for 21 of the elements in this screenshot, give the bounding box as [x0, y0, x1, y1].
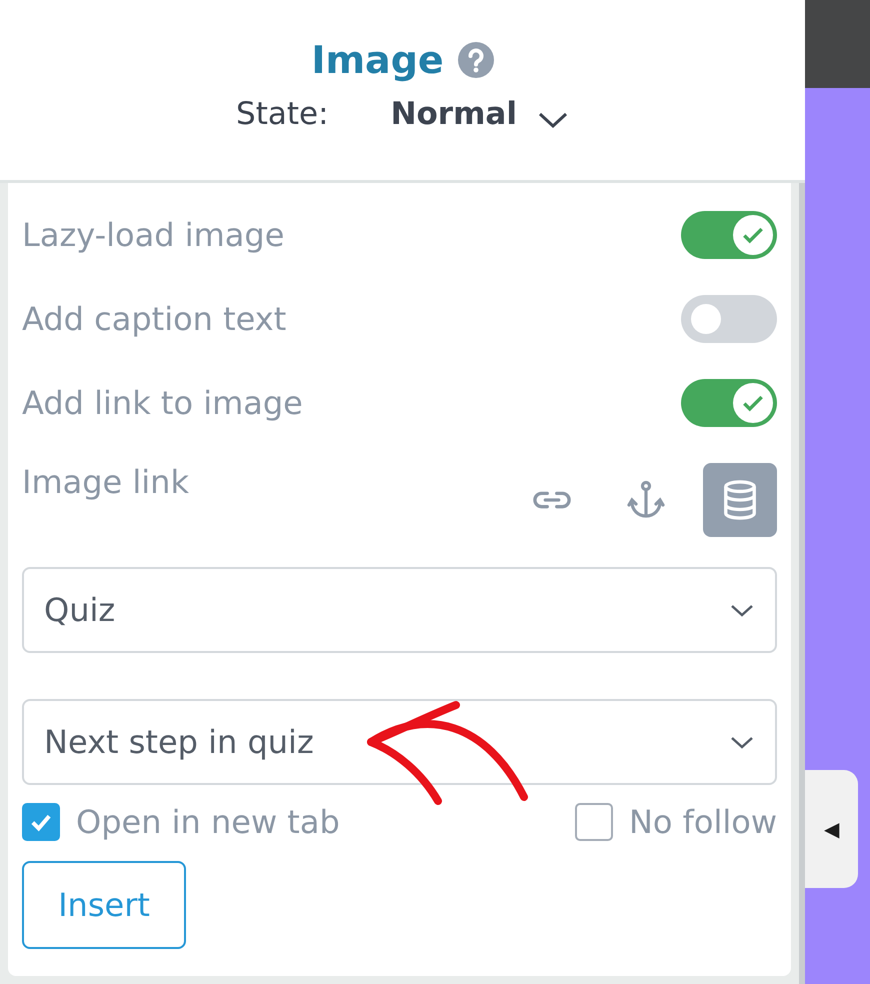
database-icon[interactable]: [703, 463, 777, 537]
toggle-switch[interactable]: [681, 211, 777, 259]
dropdown-field[interactable]: Next step in quiz: [22, 699, 777, 785]
setting-label: Add caption text: [22, 300, 286, 338]
setting-label: Image link: [22, 463, 189, 501]
state-dropdown[interactable]: Normal: [390, 96, 569, 132]
checkbox-label: No follow: [628, 803, 777, 841]
help-icon[interactable]: [458, 42, 494, 78]
setting-label: Add link to image: [22, 384, 303, 422]
checkbox-label: Open in new tab: [76, 803, 340, 841]
dropdown-field[interactable]: Quiz: [22, 567, 777, 653]
checkbox[interactable]: [22, 803, 60, 841]
toggle-switch[interactable]: [681, 295, 777, 343]
chevron-down-icon: [729, 734, 755, 750]
toggle-switch[interactable]: [681, 379, 777, 427]
state-label: State:: [236, 96, 329, 132]
collapse-tab[interactable]: ◀: [805, 770, 858, 888]
chevron-down-icon: [729, 602, 755, 618]
checkbox[interactable]: [574, 803, 613, 841]
panel-title: Image: [311, 38, 444, 82]
setting-label: Lazy-load image: [22, 216, 284, 254]
